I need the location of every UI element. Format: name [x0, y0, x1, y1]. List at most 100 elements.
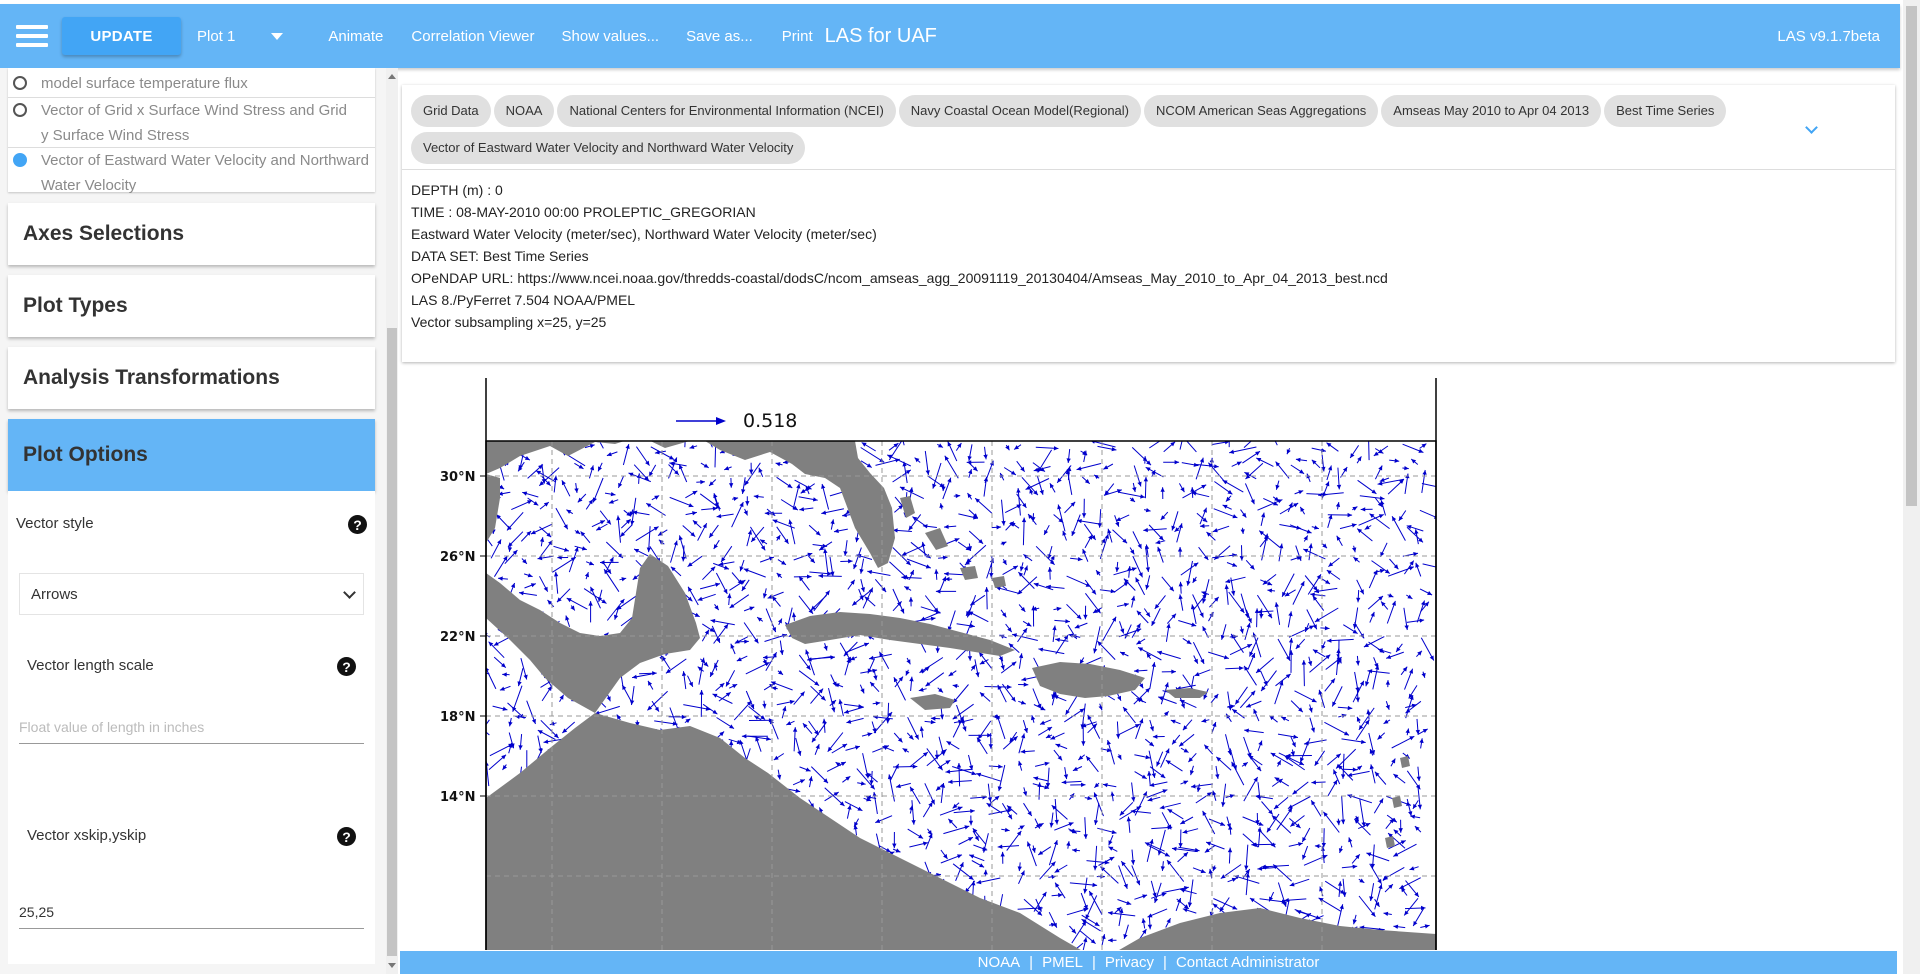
- time-info: TIME : 08-MAY-2010 00:00 PROLEPTIC_GREGO…: [411, 204, 756, 220]
- software-info: LAS 8./PyFerret 7.504 NOAA/PMEL: [411, 292, 636, 308]
- page-scrollbar[interactable]: [1903, 0, 1920, 974]
- scrollbar-thumb[interactable]: [1906, 6, 1917, 506]
- help-icon[interactable]: ?: [348, 515, 367, 534]
- latitude-axis: 30°N 26°N 22°N 18°N 14°N: [440, 470, 486, 805]
- variables-info: Eastward Water Velocity (meter/sec), Nor…: [411, 226, 877, 242]
- animate-button[interactable]: Animate: [328, 28, 383, 45]
- breadcrumb-chip[interactable]: Best Time Series: [1604, 95, 1727, 127]
- vector-style-label: Vector style: [16, 515, 94, 532]
- lat-tick-label: 26°N: [440, 550, 475, 565]
- version-label: LAS v9.1.7beta: [1777, 27, 1880, 45]
- caret-down-icon[interactable]: [271, 32, 284, 40]
- divider: [402, 169, 1895, 170]
- plot-metadata: DEPTH (m) : 0 TIME : 08-MAY-2010 00:00 P…: [411, 179, 1388, 333]
- subsampling-info: Vector subsampling x=25, y=25: [411, 314, 607, 330]
- breadcrumb-chip[interactable]: National Centers for Environmental Infor…: [557, 95, 896, 127]
- variable-item[interactable]: Vector of Grid x Surface Wind Stress and…: [8, 98, 353, 148]
- breadcrumb: Grid Data NOAA National Centers for Enviro…: [411, 95, 1791, 169]
- lat-tick-label: 14°N: [440, 790, 475, 805]
- vector-arrowhead: [590, 434, 595, 438]
- breadcrumb-chip[interactable]: Navy Coastal Ocean Model(Regional): [898, 95, 1141, 127]
- save-as-button[interactable]: Save as...: [686, 28, 753, 45]
- update-button[interactable]: UPDATE: [62, 17, 181, 55]
- lat-tick-label: 22°N: [440, 630, 475, 645]
- footer: NOAA | PMEL | Privacy | Contact Administ…: [400, 951, 1897, 974]
- variable-list: model surface temperature flux Vector of…: [8, 68, 375, 194]
- plot-options-section[interactable]: Plot Options: [8, 419, 375, 491]
- footer-separator: |: [1091, 954, 1096, 971]
- radio-button[interactable]: [13, 103, 27, 117]
- variable-item[interactable]: Vector of Eastward Water Velocity and No…: [8, 148, 375, 198]
- xskip-yskip-input[interactable]: 25,25: [19, 904, 364, 929]
- vector-arrowhead: [1183, 424, 1187, 429]
- vector-arrowhead: [704, 429, 708, 434]
- correlation-viewer-button[interactable]: Correlation Viewer: [411, 28, 534, 45]
- vector-arrowhead: [817, 427, 821, 432]
- help-icon[interactable]: ?: [337, 827, 356, 846]
- app-title: LAS for UAF: [824, 24, 937, 47]
- plot-types-section[interactable]: Plot Types: [8, 275, 375, 337]
- footer-link-contact[interactable]: Contact Administrator: [1176, 954, 1319, 971]
- vector-map: 0.518 30°N 26°N 22°N 18°N 14°N: [440, 378, 1446, 950]
- print-button[interactable]: Print: [782, 28, 813, 45]
- vector-arrowhead: [470, 856, 475, 860]
- scroll-down-icon[interactable]: [388, 963, 396, 968]
- breadcrumb-chip[interactable]: NCOM American Seas Aggregations: [1144, 95, 1379, 127]
- vector-arrowhead: [472, 842, 477, 847]
- menu-icon[interactable]: [16, 25, 48, 47]
- footer-link-pmel[interactable]: PMEL: [1042, 954, 1083, 971]
- vector-arrowhead: [1227, 424, 1231, 429]
- variable-label: Vector of Eastward Water Velocity and No…: [41, 152, 369, 194]
- lat-tick-label: 18°N: [440, 710, 475, 725]
- vector-arrowhead: [469, 667, 474, 671]
- vector-arrowhead: [684, 427, 688, 432]
- reference-arrow: [676, 417, 726, 425]
- vector-arrowhead: [797, 431, 801, 436]
- chevron-down-icon[interactable]: [1805, 121, 1818, 134]
- left-scrollbar[interactable]: [386, 68, 398, 974]
- top-toolbar: UPDATE Plot 1 Animate Correlation Viewer…: [0, 4, 1900, 68]
- vector-arrow: [1368, 441, 1370, 461]
- map-canvas: [469, 424, 1446, 950]
- lat-tick-label: 30°N: [440, 470, 475, 485]
- vector-arrowhead: [1162, 436, 1167, 440]
- length-scale-label: Vector length scale: [27, 657, 154, 674]
- plot-selector[interactable]: Plot 1: [197, 27, 284, 45]
- length-scale-input[interactable]: Float value of length in inches: [19, 719, 364, 744]
- scrollbar-thumb[interactable]: [387, 328, 397, 956]
- dataset-info-card: Grid Data NOAA National Centers for Enviro…: [402, 85, 1895, 362]
- xskip-yskip-label: Vector xskip,yskip: [27, 827, 147, 844]
- footer-link-privacy[interactable]: Privacy: [1105, 954, 1154, 971]
- variable-label: model surface temperature flux: [41, 75, 248, 92]
- dataset-info: DATA SET: Best Time Series: [411, 248, 589, 264]
- footer-separator: |: [1163, 954, 1167, 971]
- depth-info: DEPTH (m) : 0: [411, 182, 503, 198]
- chevron-down-icon: [343, 586, 356, 599]
- vector-arrowhead: [898, 425, 902, 430]
- opendap-url: OPeNDAP URL: https://www.ncei.noaa.gov/t…: [411, 270, 1388, 286]
- footer-separator: |: [1029, 954, 1034, 971]
- radio-button-selected[interactable]: [13, 153, 27, 167]
- variable-label: Vector of Grid x Surface Wind Stress and…: [41, 102, 347, 144]
- analysis-transformations-section[interactable]: Analysis Transformations: [8, 347, 375, 409]
- variable-item[interactable]: model surface temperature flux: [8, 71, 375, 96]
- breadcrumb-chip[interactable]: Grid Data: [411, 95, 491, 127]
- vector-arrowhead: [1366, 435, 1370, 440]
- plot-selector-label: Plot 1: [197, 27, 236, 45]
- show-values-button[interactable]: Show values...: [562, 28, 660, 45]
- axes-selections-section[interactable]: Axes Selections: [8, 203, 375, 265]
- vector-arrowhead: [1180, 434, 1185, 439]
- help-icon[interactable]: ?: [337, 657, 356, 676]
- breadcrumb-chip[interactable]: NOAA: [493, 95, 555, 127]
- vector-style-value: Arrows: [31, 585, 78, 603]
- vector-arrowhead: [481, 727, 485, 732]
- radio-button[interactable]: [13, 76, 27, 90]
- vector-arrowhead: [1441, 486, 1446, 490]
- vector-style-select[interactable]: Arrows: [19, 573, 364, 615]
- scroll-up-icon[interactable]: [388, 74, 396, 79]
- breadcrumb-chip[interactable]: Vector of Eastward Water Velocity and No…: [411, 132, 806, 164]
- footer-link-noaa[interactable]: NOAA: [978, 954, 1021, 971]
- plot-options-panel: Vector style ? Arrows Vector length scal…: [8, 491, 375, 964]
- breadcrumb-chip[interactable]: Amseas May 2010 to Apr 04 2013: [1381, 95, 1602, 127]
- left-panel: model surface temperature flux Vector of…: [0, 68, 386, 974]
